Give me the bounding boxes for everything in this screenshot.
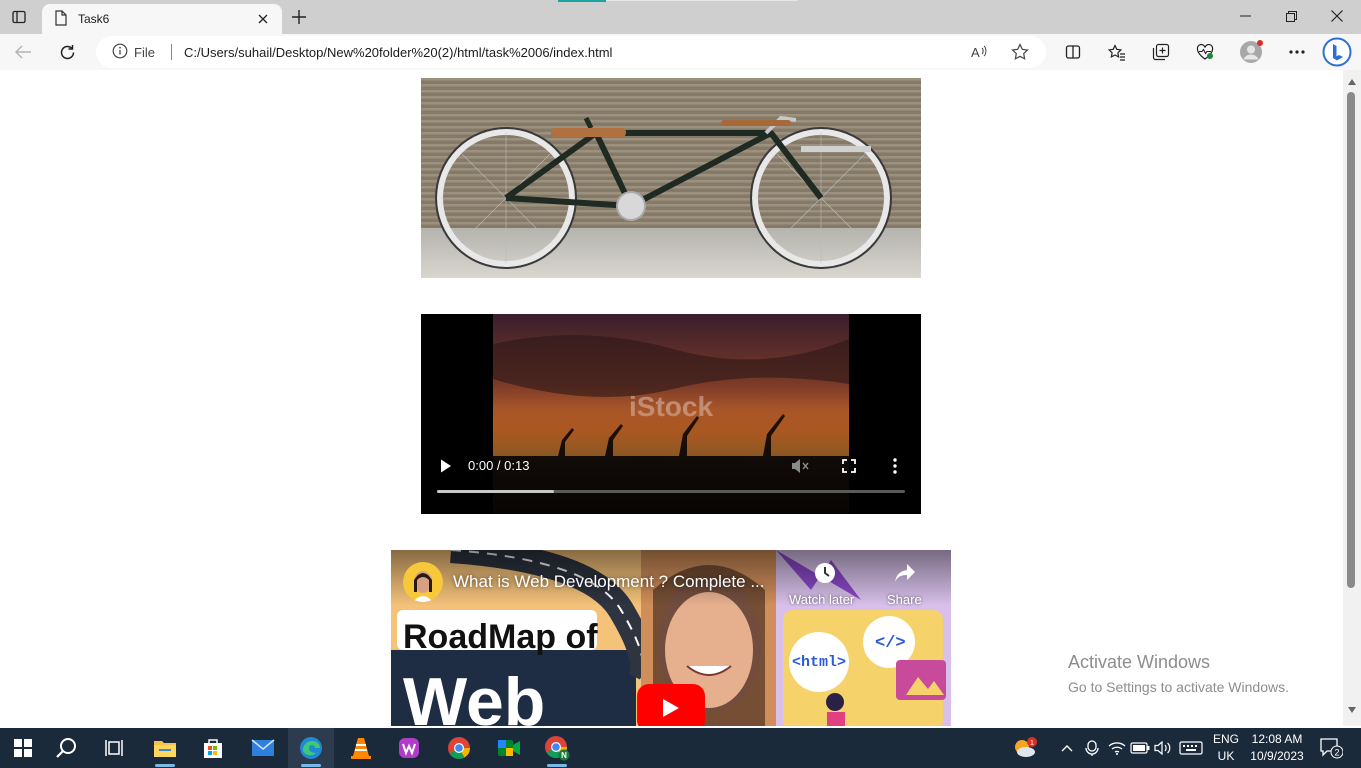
video-time: 0:00 / 0:13	[468, 458, 530, 473]
microsoft-store-icon[interactable]	[190, 728, 236, 768]
fullscreen-icon[interactable]	[842, 459, 856, 476]
scrollbar-thumb[interactable]	[1347, 92, 1355, 588]
more-options-icon[interactable]	[1282, 37, 1312, 67]
volume-tray-icon[interactable]	[1152, 728, 1174, 768]
language-indicator[interactable]: ENG UK	[1206, 728, 1246, 768]
weather-icon[interactable]: 1	[1010, 728, 1040, 768]
youtube-play-icon	[663, 699, 679, 717]
close-window-icon[interactable]	[1314, 0, 1360, 32]
address-bar[interactable]: File C:/Users/suhail/Desktop/New%20folde…	[96, 36, 1046, 68]
notifications-icon[interactable]: 2	[1314, 728, 1348, 768]
activate-windows-subtitle: Go to Settings to activate Windows.	[1068, 679, 1289, 695]
channel-avatar[interactable]	[403, 562, 443, 602]
tab-strip: Task6	[0, 0, 1361, 34]
show-hidden-icons-icon[interactable]	[1058, 728, 1076, 768]
favorites-icon[interactable]	[1102, 37, 1132, 67]
running-indicator	[547, 764, 567, 767]
running-indicator	[301, 764, 321, 767]
address-url[interactable]: C:/Users/suhail/Desktop/New%20folder%20(…	[184, 45, 612, 60]
language-code: ENG	[1212, 732, 1239, 746]
page-scrollbar[interactable]	[1343, 70, 1361, 726]
share-icon[interactable]	[894, 563, 916, 586]
address-divider	[170, 44, 172, 60]
favorite-star-icon[interactable]	[1007, 39, 1033, 65]
share-label[interactable]: Share	[887, 592, 922, 607]
thumbnail-big-text: Web	[403, 664, 546, 726]
volume-icon[interactable]	[791, 458, 809, 477]
thumbnail-html-tag: <html>	[792, 654, 847, 671]
video-more-icon[interactable]	[893, 458, 897, 477]
chrome-profile-icon[interactable]: N	[534, 728, 580, 768]
refresh-icon[interactable]	[52, 37, 82, 67]
back-icon[interactable]	[8, 37, 38, 67]
collections-icon[interactable]	[1146, 37, 1176, 67]
chrome-icon[interactable]	[436, 728, 482, 768]
wps-office-icon[interactable]	[386, 728, 432, 768]
tab-strip-divider	[606, 0, 798, 1]
clock-time: 12:08 AM	[1251, 732, 1303, 746]
thumbnail-heading: RoadMap of	[403, 618, 598, 656]
vlc-icon[interactable]	[338, 728, 384, 768]
tab-title: Task6	[78, 12, 110, 26]
youtube-embed[interactable]: RoadMap of Web <html> </> What is Web De…	[391, 550, 951, 726]
youtube-video-title[interactable]: What is Web Development ? Complete ...	[453, 572, 765, 592]
battery-icon[interactable]	[1128, 728, 1152, 768]
language-region: UK	[1217, 749, 1235, 763]
browser-essentials-icon[interactable]	[1190, 37, 1220, 67]
bing-copilot-icon[interactable]	[1322, 37, 1352, 67]
page-icon	[54, 9, 68, 29]
info-icon[interactable]	[112, 43, 128, 62]
close-tab-icon[interactable]	[254, 10, 272, 28]
thumbnail-code-tag: </>	[875, 634, 906, 653]
page-viewport: iStock 0:00 / 0:13 RoadMap of Web <html>…	[0, 70, 1343, 726]
watch-later-icon[interactable]	[814, 562, 836, 587]
activate-windows-watermark: Activate Windows Go to Settings to activ…	[1068, 652, 1289, 695]
meet-icon[interactable]	[486, 728, 532, 768]
running-indicator	[155, 764, 175, 767]
profile-avatar-icon[interactable]	[1236, 37, 1266, 67]
edge-browser-icon[interactable]	[288, 728, 334, 768]
task-view-icon[interactable]	[92, 728, 138, 768]
notification-count: 2	[1334, 748, 1339, 758]
minimize-icon[interactable]	[1222, 0, 1268, 32]
scroll-up-icon[interactable]	[1347, 78, 1357, 86]
tab-strip-accent	[558, 0, 606, 2]
tab-task6[interactable]: Task6	[42, 4, 282, 34]
svg-text:A: A	[971, 45, 980, 60]
keyboard-icon[interactable]	[1176, 728, 1206, 768]
video-progress-track[interactable]	[437, 490, 905, 493]
wifi-icon[interactable]	[1106, 728, 1128, 768]
meet-now-icon[interactable]	[1082, 728, 1102, 768]
browser-toolbar: File C:/Users/suhail/Desktop/New%20folde…	[0, 34, 1361, 70]
clock-date: 10/9/2023	[1250, 749, 1304, 763]
clock[interactable]: 12:08 AM 10/9/2023	[1246, 728, 1308, 768]
weather-badge-count: 1	[1030, 740, 1034, 747]
start-windows-icon[interactable]	[0, 728, 46, 768]
file-scheme-label: File	[134, 44, 155, 60]
file-explorer-icon[interactable]	[142, 728, 188, 768]
windows-taskbar: N 1 ENG UK 12:08 AM 10/9/2023 2	[0, 728, 1361, 768]
split-screen-icon[interactable]	[1058, 37, 1088, 67]
video-player[interactable]: iStock 0:00 / 0:13	[421, 314, 921, 514]
tab-actions-icon[interactable]	[4, 4, 34, 30]
scroll-down-icon[interactable]	[1347, 706, 1357, 714]
read-aloud-icon[interactable]: A	[966, 39, 992, 65]
mail-icon[interactable]	[240, 728, 286, 768]
watch-later-label[interactable]: Watch later	[789, 592, 854, 607]
new-tab-icon[interactable]	[286, 5, 312, 29]
restore-icon[interactable]	[1268, 0, 1314, 32]
play-icon[interactable]	[439, 458, 453, 477]
bicycle-image	[421, 78, 921, 278]
activate-windows-title: Activate Windows	[1068, 652, 1211, 672]
youtube-play-button[interactable]	[637, 684, 705, 726]
search-icon[interactable]	[44, 728, 90, 768]
svg-text:N: N	[561, 751, 567, 760]
video-progress-fill	[437, 490, 554, 493]
